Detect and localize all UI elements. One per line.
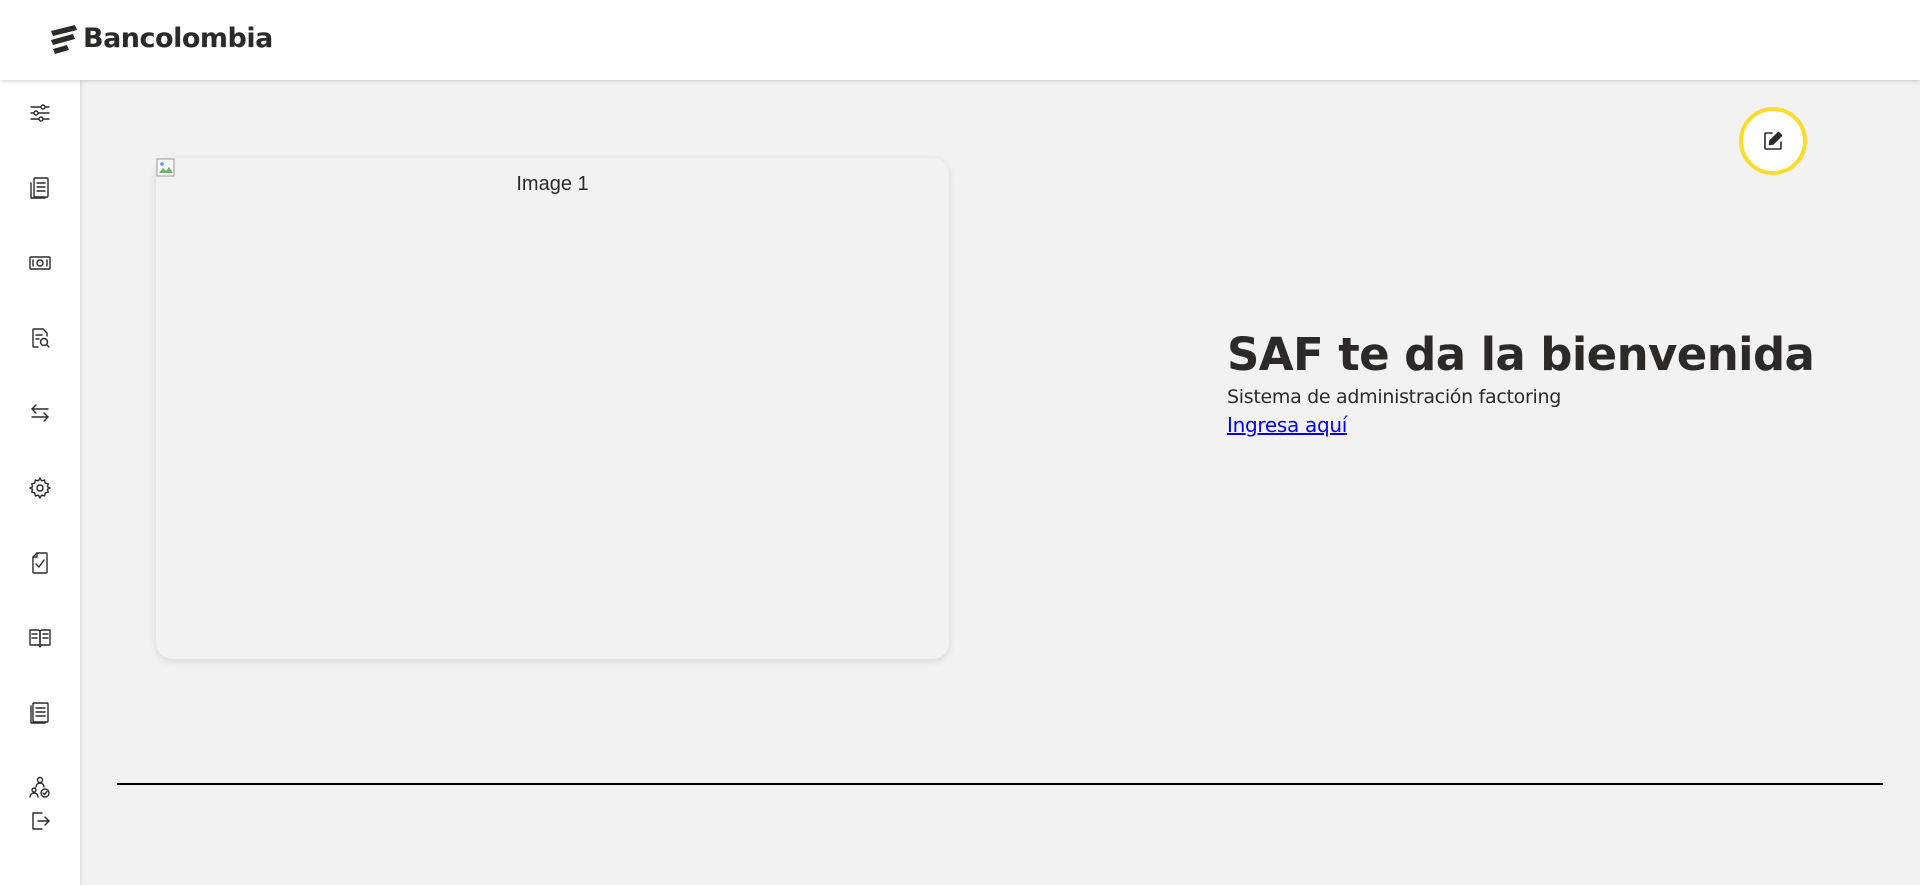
image-alt-text: Image 1 [516,173,589,195]
logout-icon [32,812,50,830]
sidebar-item-adjustments[interactable] [26,99,54,127]
welcome-title: SAF te da la bienvenida [1227,328,1815,381]
welcome-section: SAF te da la bienvenida Sistema de admin… [1227,326,1827,437]
transfer-arrows-icon [31,404,49,422]
sidebar-item-records[interactable] [26,699,54,727]
document-list-icon [30,177,49,199]
top-bar: Bancolombia [0,0,1920,80]
edit-icon [1764,131,1783,150]
sidebar-item-logout[interactable] [26,807,54,835]
sidebar-item-approvals[interactable] [26,549,54,577]
hero-image-card: Image 1 [156,158,949,659]
sidebar-item-documents[interactable] [26,174,54,202]
divider [117,783,1883,785]
sidebar-item-settings[interactable] [26,474,54,502]
notebook-icon [30,702,49,724]
brand-logo[interactable]: Bancolombia [49,22,273,54]
brand-name: Bancolombia [83,22,273,54]
sidebar [0,80,80,885]
users-check-icon [29,776,50,798]
edit-button[interactable] [1739,107,1807,175]
bancolombia-logo-icon [51,25,77,54]
file-search-icon [32,328,50,348]
sidebar-item-manual[interactable] [26,624,54,652]
sidebar-item-users[interactable] [26,774,54,802]
sidebar-item-money[interactable] [26,249,54,277]
document-check-icon [32,552,48,574]
sliders-icon [30,104,50,122]
main-content: Image 1 SAF te da la bienvenida Sistema … [80,80,1920,885]
gear-icon [29,477,51,499]
open-book-icon [29,629,51,648]
banknote-icon [29,256,51,270]
sidebar-item-search-files[interactable] [26,324,54,352]
login-link[interactable]: Ingresa aquí [1227,413,1347,437]
welcome-subtitle: Sistema de administración factoring [1227,386,1561,408]
sidebar-item-transfers[interactable] [26,399,54,427]
